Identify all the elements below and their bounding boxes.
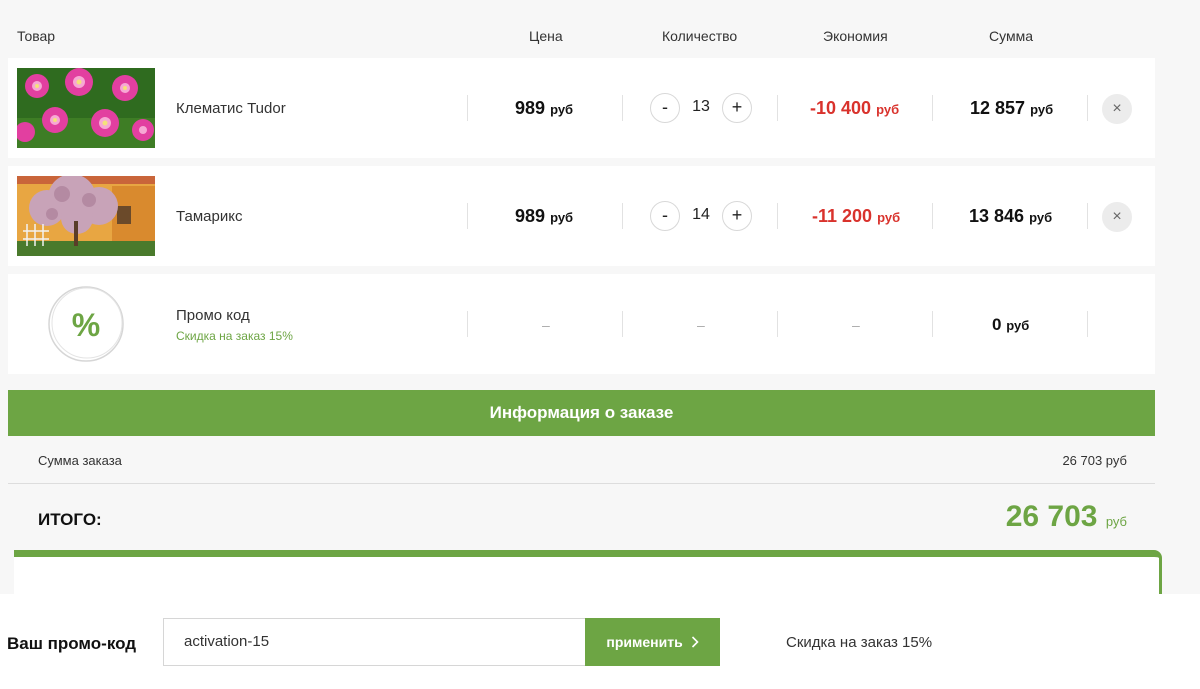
- order-total-value: 26 703 руб: [1005, 500, 1127, 533]
- column-divider: [777, 203, 778, 229]
- quantity-empty: –: [697, 317, 705, 333]
- remove-item-button[interactable]: ×: [1102, 94, 1132, 124]
- column-divider: [1087, 95, 1088, 121]
- close-icon: ×: [1112, 208, 1122, 225]
- product-price: 989 руб: [515, 98, 574, 118]
- column-divider: [467, 95, 468, 121]
- promo-code-label: Ваш промо-код: [7, 634, 137, 653]
- column-divider: [777, 95, 778, 121]
- order-sum-value: 26 703 руб: [1062, 453, 1127, 468]
- close-icon: ×: [1112, 100, 1122, 117]
- tamarix-tree-photo[interactable]: [17, 176, 155, 256]
- product-savings: -10 400 руб: [810, 98, 900, 118]
- column-quantity: Количество: [662, 28, 738, 44]
- increase-quantity-button[interactable]: +: [722, 93, 752, 123]
- quantity-stepper: - 13 +: [650, 93, 752, 123]
- clematis-flower-photo[interactable]: [17, 68, 155, 148]
- apply-promo-button[interactable]: применить: [585, 618, 720, 666]
- order-total-line: ИТОГО: 26 703 руб: [8, 484, 1155, 550]
- product-savings: -11 200 руб: [812, 206, 901, 226]
- promo-sum: 0 руб: [992, 315, 1030, 334]
- percent-icon: %: [46, 284, 126, 364]
- column-divider: [622, 95, 623, 121]
- apply-label: применить: [606, 634, 683, 650]
- product-sum: 13 846 руб: [969, 206, 1053, 226]
- promo-code-title: Промо код: [176, 307, 250, 324]
- quantity-value[interactable]: 14: [686, 206, 716, 224]
- product-price: 989 руб: [515, 206, 574, 226]
- order-total-label: ИТОГО:: [38, 510, 102, 529]
- cart-item-row: Клематис Tudor 989 руб - 13 + -10 400 ру…: [8, 58, 1155, 158]
- column-divider: [1087, 203, 1088, 229]
- cart-table-header: Товар Цена Количество Экономия Сумма: [0, 28, 1155, 48]
- savings-empty: –: [852, 317, 860, 333]
- column-price: Цена: [529, 28, 563, 44]
- promo-code-row: % Промо код Скидка на заказ 15% – – – 0 …: [8, 274, 1155, 374]
- chevron-right-icon: [691, 636, 699, 648]
- promo-code-subtitle: Скидка на заказ 15%: [176, 329, 293, 343]
- decrease-quantity-button[interactable]: -: [650, 201, 680, 231]
- svg-text:%: %: [72, 307, 100, 343]
- decrease-quantity-button[interactable]: -: [650, 93, 680, 123]
- promo-code-input[interactable]: activation-15: [163, 618, 587, 666]
- quantity-value[interactable]: 13: [686, 98, 716, 116]
- column-divider: [777, 311, 778, 337]
- column-divider: [467, 203, 468, 229]
- product-sum: 12 857 руб: [970, 98, 1054, 118]
- order-sum-label: Сумма заказа: [38, 453, 122, 468]
- column-divider: [932, 95, 933, 121]
- column-divider: [932, 203, 933, 229]
- column-divider: [467, 311, 468, 337]
- column-savings: Экономия: [823, 28, 888, 44]
- promo-form: Ваш промо-код activation-15 применить Ск…: [0, 594, 1200, 689]
- increase-quantity-button[interactable]: +: [722, 201, 752, 231]
- price-empty: –: [542, 317, 550, 333]
- cart-item-row: Тамарикс 989 руб - 14 + -11 200 руб 13 8…: [8, 166, 1155, 266]
- promo-panel-border: [14, 550, 1162, 594]
- column-product: Товар: [17, 28, 56, 44]
- column-divider: [932, 311, 933, 337]
- column-divider: [622, 311, 623, 337]
- promo-result-text: Скидка на заказ 15%: [786, 634, 933, 651]
- column-sum: Сумма: [989, 28, 1033, 44]
- order-sum-line: Сумма заказа 26 703 руб: [8, 436, 1155, 484]
- remove-item-button[interactable]: ×: [1102, 202, 1132, 232]
- order-info-title: Информация о заказе: [8, 390, 1155, 436]
- quantity-stepper: - 14 +: [650, 201, 752, 231]
- product-name[interactable]: Клематис Tudor: [176, 100, 286, 117]
- column-divider: [622, 203, 623, 229]
- product-name[interactable]: Тамарикс: [176, 208, 242, 225]
- column-divider: [1087, 311, 1088, 337]
